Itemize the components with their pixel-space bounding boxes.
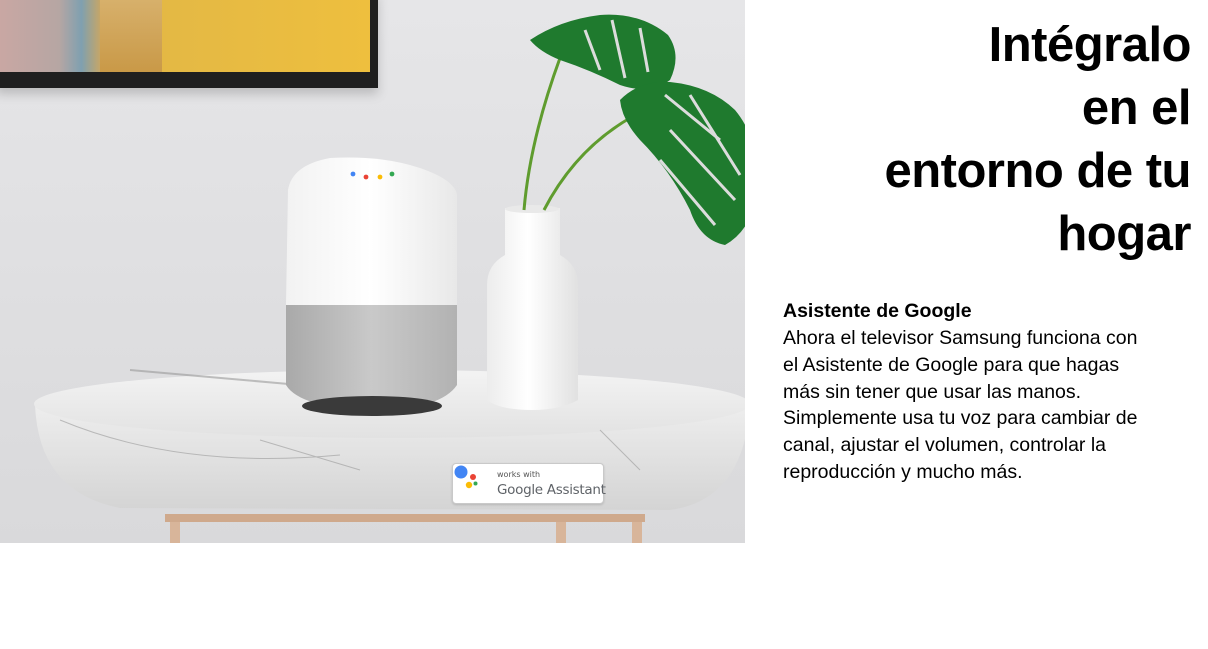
badge-brand-text: Google Assistant [497, 482, 606, 498]
feature-body-line: Simplemente usa tu voz para cambiar de [783, 407, 1138, 430]
feature-body-line: reproducción y mucho más. [783, 460, 1023, 483]
table-legs [165, 514, 645, 543]
feature-body-line: el Asistente de Google para que hagas [783, 353, 1120, 376]
works-with-google-assistant-badge: works with Google Assistant [452, 463, 606, 504]
headline-line: en el [1081, 81, 1192, 135]
headline-line: entorno de tu [884, 144, 1191, 198]
google-assistant-icon [454, 465, 478, 489]
smart-speaker [286, 157, 457, 416]
feature-body: Ahora el televisor Samsung funciona con … [783, 325, 1203, 486]
feature-description: Asistente de Google Ahora el televisor S… [783, 298, 1203, 486]
headline-line: Intégralo [988, 18, 1192, 72]
promo-headline: Intégralo en el entorno de tu hogar [771, 14, 1191, 266]
badge-small-text: works with [497, 470, 541, 479]
feature-title: Asistente de Google [783, 300, 972, 322]
headline-line: hogar [1057, 207, 1191, 261]
scene-illustration [34, 14, 745, 543]
feature-body-line: canal, ajustar el volumen, controlar la [783, 434, 1106, 457]
feature-body-line: Ahora el televisor Samsung funciona con [783, 327, 1138, 349]
feature-body-line: más sin tener que usar las manos. [783, 380, 1082, 403]
product-photo: works with Google Assistant [0, 0, 745, 543]
vase [487, 205, 578, 410]
